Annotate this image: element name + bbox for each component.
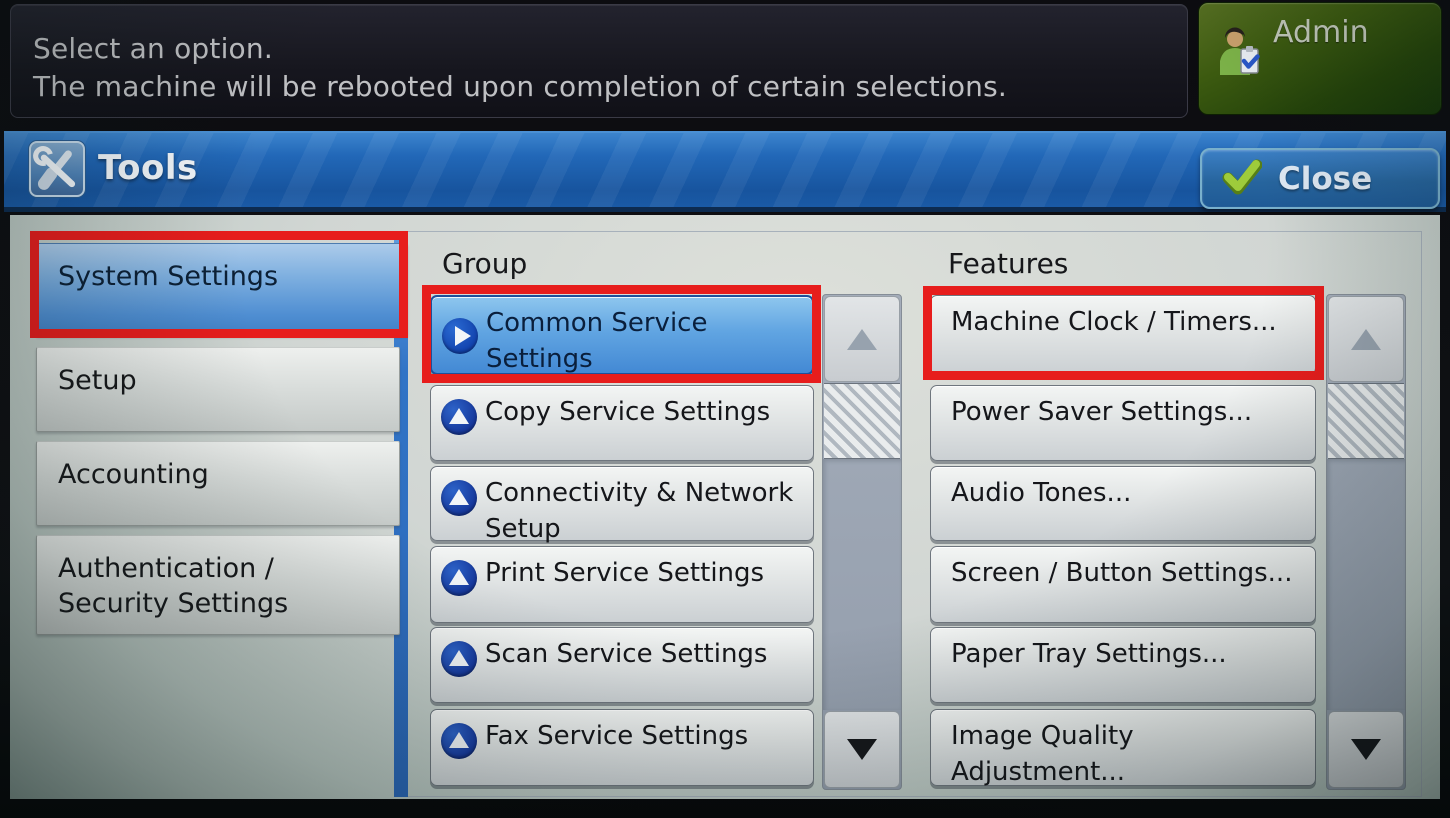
features-scroll-up-button[interactable] — [1328, 296, 1404, 382]
triangle-down-icon — [1351, 739, 1381, 760]
feature-item-image-quality-adjustment[interactable]: Image Quality Adjustment... — [930, 709, 1316, 786]
group-item-label: Print Service Settings — [485, 558, 764, 588]
arrow-up-circle-icon — [441, 399, 477, 435]
group-item-print-service-settings[interactable]: Print Service Settings — [430, 546, 814, 623]
content-area: System Settings Setup Accounting Authent… — [10, 215, 1440, 799]
status-line-2: The machine will be rebooted upon comple… — [33, 68, 1187, 106]
feature-item-label: Screen / Button Settings... — [951, 558, 1292, 588]
page-title: Tools — [98, 148, 198, 188]
triangle-up-icon — [1351, 329, 1381, 350]
group-item-connectivity-network-setup[interactable]: Connectivity & Network Setup — [430, 466, 814, 541]
feature-item-label: Power Saver Settings... — [951, 397, 1252, 427]
features-scrollbar[interactable] — [1326, 294, 1406, 790]
features-scroll-down-button[interactable] — [1328, 711, 1404, 788]
tab-label: Authentication / Security Settings — [58, 553, 288, 619]
triangle-down-icon — [847, 739, 877, 760]
features-column-header: Features — [948, 247, 1068, 280]
group-item-label: Common Service Settings — [486, 308, 707, 374]
status-message-bar: Select an option. The machine will be re… — [10, 4, 1188, 118]
group-item-label: Fax Service Settings — [485, 721, 748, 751]
admin-button[interactable]: Admin — [1198, 2, 1442, 115]
group-item-common-service-settings[interactable]: Common Service Settings — [430, 295, 814, 375]
close-button[interactable]: Close — [1200, 148, 1440, 209]
group-scroll-down-button[interactable] — [824, 711, 900, 788]
feature-item-label: Image Quality Adjustment... — [951, 721, 1134, 787]
group-column-header: Group — [442, 247, 527, 280]
admin-label: Admin — [1273, 15, 1369, 50]
feature-item-audio-tones[interactable]: Audio Tones... — [930, 466, 1316, 541]
group-scrollbar-thumb[interactable] — [824, 383, 900, 459]
feature-item-label: Audio Tones... — [951, 478, 1131, 508]
tools-icon — [29, 141, 85, 197]
features-scrollbar-thumb[interactable] — [1328, 383, 1404, 459]
group-scrollbar-track[interactable] — [823, 459, 901, 710]
feature-item-machine-clock-timers[interactable]: Machine Clock / Timers... — [930, 295, 1316, 375]
group-scrollbar[interactable] — [822, 294, 902, 790]
check-icon — [1222, 159, 1262, 199]
group-item-scan-service-settings[interactable]: Scan Service Settings — [430, 627, 814, 703]
feature-item-power-saver-settings[interactable]: Power Saver Settings... — [930, 385, 1316, 461]
admin-user-icon — [1215, 25, 1263, 79]
tab-label: Setup — [58, 365, 137, 396]
arrow-up-circle-icon — [441, 560, 477, 596]
sidebar-tab-setup[interactable]: Setup — [36, 347, 400, 432]
group-item-label: Scan Service Settings — [485, 639, 767, 669]
close-label: Close — [1278, 161, 1372, 197]
arrow-up-circle-icon — [441, 480, 477, 516]
feature-item-label: Paper Tray Settings... — [951, 639, 1227, 669]
tools-header-bar: Tools Close — [4, 131, 1446, 212]
arrow-right-circle-icon — [442, 318, 478, 354]
sidebar-tab-accounting[interactable]: Accounting — [36, 441, 400, 526]
feature-item-label: Machine Clock / Timers... — [951, 307, 1277, 337]
features-scrollbar-track[interactable] — [1327, 459, 1405, 710]
group-item-label: Connectivity & Network Setup — [485, 478, 793, 544]
sidebar-tab-system-settings[interactable]: System Settings — [36, 243, 408, 336]
device-screen: Select an option. The machine will be re… — [0, 0, 1450, 818]
tab-label: Accounting — [58, 459, 209, 490]
feature-item-paper-tray-settings[interactable]: Paper Tray Settings... — [930, 627, 1316, 703]
triangle-up-icon — [847, 329, 877, 350]
group-item-copy-service-settings[interactable]: Copy Service Settings — [430, 385, 814, 461]
feature-item-screen-button-settings[interactable]: Screen / Button Settings... — [930, 546, 1316, 623]
group-scroll-up-button[interactable] — [824, 296, 900, 382]
arrow-up-circle-icon — [441, 641, 477, 677]
group-item-label: Copy Service Settings — [485, 397, 770, 427]
sidebar-tab-authentication-security[interactable]: Authentication / Security Settings — [36, 535, 400, 635]
status-line-1: Select an option. — [33, 30, 1187, 68]
tab-label: System Settings — [58, 261, 278, 292]
arrow-up-circle-icon — [441, 723, 477, 759]
group-item-fax-service-settings[interactable]: Fax Service Settings — [430, 709, 814, 786]
